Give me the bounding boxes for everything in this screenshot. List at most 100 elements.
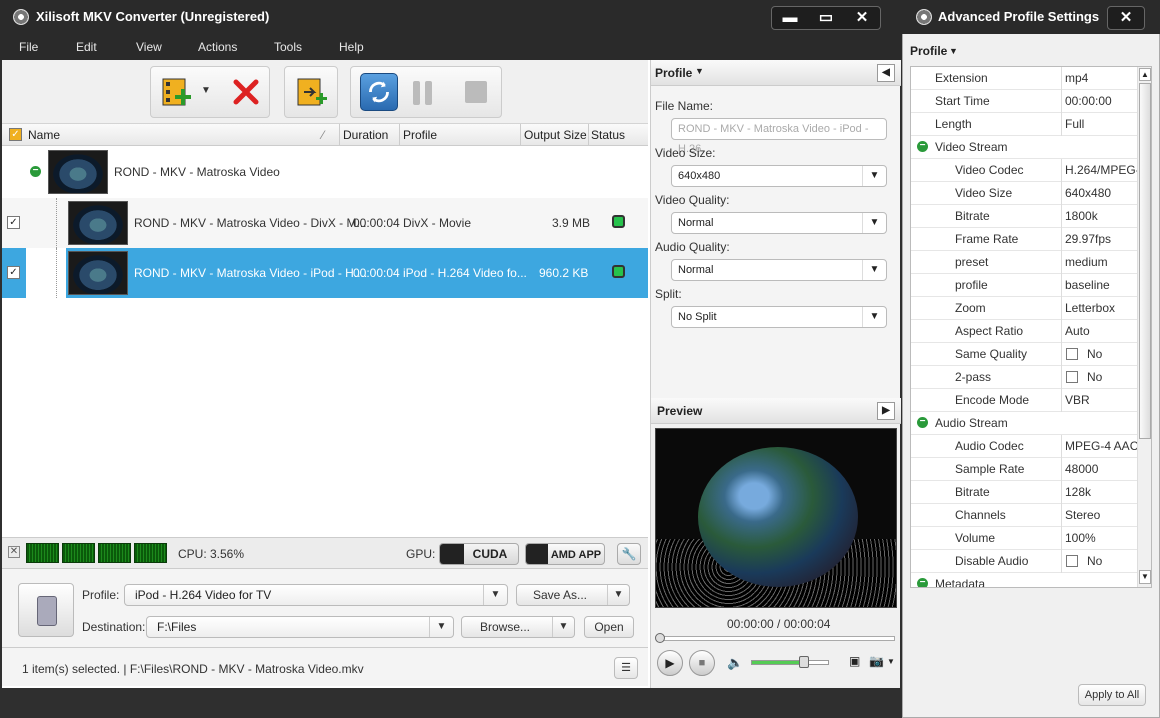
setting-checkbox[interactable] [1066,371,1078,383]
header-status[interactable]: Status [591,128,625,142]
menu-actions[interactable]: Actions [198,40,237,54]
list-item[interactable]: ✓ ROND - MKV - Matroska Video - DivX - M… [2,198,648,248]
snapshot-icon[interactable]: 📷 [869,654,884,668]
collapse-icon[interactable]: − [30,166,41,177]
minimize-button[interactable]: ▬ [772,7,808,29]
menu-edit[interactable]: Edit [76,40,97,54]
scroll-up-icon[interactable]: ▲ [1139,68,1151,81]
log-icon[interactable]: ☰ [614,657,638,679]
destination-select[interactable]: F:\Files ▼ [146,616,454,638]
apply-to-all-button[interactable]: Apply to All [1078,684,1146,706]
split-select[interactable]: No Split ▼ [671,306,887,328]
tree-row[interactable]: Disable Audio No [911,550,1137,573]
tree-row[interactable]: Sample Rate 48000 [911,458,1137,481]
video-size-select[interactable]: 640x480 ▼ [671,165,887,187]
tree-group[interactable]: − Metadata [911,573,1137,587]
close-cpu-icon[interactable]: ✕ [8,546,20,558]
add-video-icon[interactable] [159,75,193,109]
browse-button[interactable]: Browse... ▼ [461,616,575,638]
setting-value[interactable]: 1800k [1065,209,1098,223]
play-icon[interactable]: ▶ [657,650,683,676]
chevron-down-icon[interactable]: ▼ [695,66,704,76]
setting-value[interactable]: VBR [1065,393,1090,407]
profile-select[interactable]: iPod - H.264 Video for TV ▼ [124,584,508,606]
remove-icon[interactable] [229,75,263,109]
pause-icon[interactable] [413,81,420,105]
menu-tools[interactable]: Tools [274,40,302,54]
setting-value[interactable]: Letterbox [1065,301,1115,315]
chevron-down-icon[interactable]: ▼ [887,657,895,666]
row-checkbox[interactable]: ✓ [7,216,20,229]
tree-row[interactable]: profile baseline [911,274,1137,297]
setting-checkbox[interactable] [1066,555,1078,567]
tree-row[interactable]: Bitrate 1800k [911,205,1137,228]
collapse-icon[interactable]: − [917,141,928,152]
tree-row[interactable]: Bitrate 128k [911,481,1137,504]
collapse-icon[interactable]: − [917,578,928,587]
profile-tab[interactable]: Profile [910,44,947,58]
tree-row[interactable]: Start Time 00:00:00 [911,90,1137,113]
setting-value[interactable]: 29.97fps [1065,232,1111,246]
crop-icon[interactable]: ▣ [849,654,860,668]
setting-value[interactable]: 00:00:00 [1065,94,1112,108]
setting-value[interactable]: Stereo [1065,508,1100,522]
scroll-down-icon[interactable]: ▼ [1139,570,1151,584]
setting-value[interactable]: baseline [1065,278,1110,292]
setting-value[interactable]: mp4 [1065,71,1088,85]
collapse-panel-icon[interactable]: ◀ [877,64,895,82]
save-as-button[interactable]: Save As... ▼ [516,584,630,606]
volume-handle[interactable] [799,656,809,668]
maximize-button[interactable]: ▭ [808,7,844,29]
menu-file[interactable]: File [19,40,38,54]
setting-value[interactable]: 48000 [1065,462,1098,476]
settings-wrench-icon[interactable]: 🔧 [617,543,641,565]
expand-preview-icon[interactable]: ▶ [877,402,895,420]
setting-value[interactable]: No [1087,347,1102,361]
tree-row[interactable]: Video Size 640x480 [911,182,1137,205]
tree-row[interactable]: Zoom Letterbox [911,297,1137,320]
tree-row[interactable]: Same Quality No [911,343,1137,366]
setting-checkbox[interactable] [1066,348,1078,360]
setting-value[interactable]: No [1087,554,1102,568]
tree-row[interactable]: 2-pass No [911,366,1137,389]
setting-value[interactable]: H.264/MPEG-4 [1065,163,1146,177]
add-segment-icon[interactable] [294,75,328,109]
seek-handle[interactable] [655,633,665,643]
setting-value[interactable]: Auto [1065,324,1090,338]
video-quality-select[interactable]: Normal ▼ [671,212,887,234]
header-output-size[interactable]: Output Size [524,128,587,142]
tree-row[interactable]: Channels Stereo [911,504,1137,527]
list-item-selected[interactable]: ✓ ROND - MKV - Matroska Video - iPod - H… [2,248,648,298]
volume-icon[interactable]: 🔈 [727,655,743,671]
file-name-input[interactable]: ROND - MKV - Matroska Video - iPod - H.2… [671,118,887,155]
row-checkbox[interactable]: ✓ [7,266,20,279]
scroll-thumb[interactable] [1139,83,1151,439]
header-duration[interactable]: Duration [343,128,388,142]
tree-group[interactable]: − Audio Stream [911,412,1137,435]
close-button[interactable]: ✕ [844,7,880,29]
menu-view[interactable]: View [136,40,162,54]
convert-button[interactable] [360,73,398,111]
tree-row[interactable]: Aspect Ratio Auto [911,320,1137,343]
setting-value[interactable]: 100% [1065,531,1096,545]
tree-row[interactable]: Encode Mode VBR [911,389,1137,412]
header-name[interactable]: Name [28,128,60,142]
advanced-close-button[interactable]: ✕ [1108,7,1144,29]
setting-value[interactable]: 640x480 [1065,186,1111,200]
tree-row[interactable]: Audio Codec MPEG-4 AAC [911,435,1138,458]
setting-value[interactable]: Full [1065,117,1084,131]
setting-value[interactable]: MPEG-4 AAC [1065,439,1138,453]
tree-row[interactable]: preset medium [911,251,1137,274]
open-button[interactable]: Open [584,616,634,638]
select-all-checkbox[interactable]: ✓ [9,128,22,141]
seek-bar[interactable] [659,636,895,641]
tree-row[interactable]: Frame Rate 29.97fps [911,228,1137,251]
amd-app-button[interactable]: AMD APP [525,543,605,565]
setting-value[interactable]: medium [1065,255,1108,269]
setting-value[interactable]: No [1087,370,1102,384]
cuda-button[interactable]: CUDA [439,543,519,565]
tree-scrollbar[interactable]: ▲ ▼ [1137,67,1151,587]
list-item[interactable]: − ROND - MKV - Matroska Video [2,146,648,198]
stop-preview-icon[interactable]: ■ [689,650,715,676]
volume-slider[interactable] [751,660,829,665]
